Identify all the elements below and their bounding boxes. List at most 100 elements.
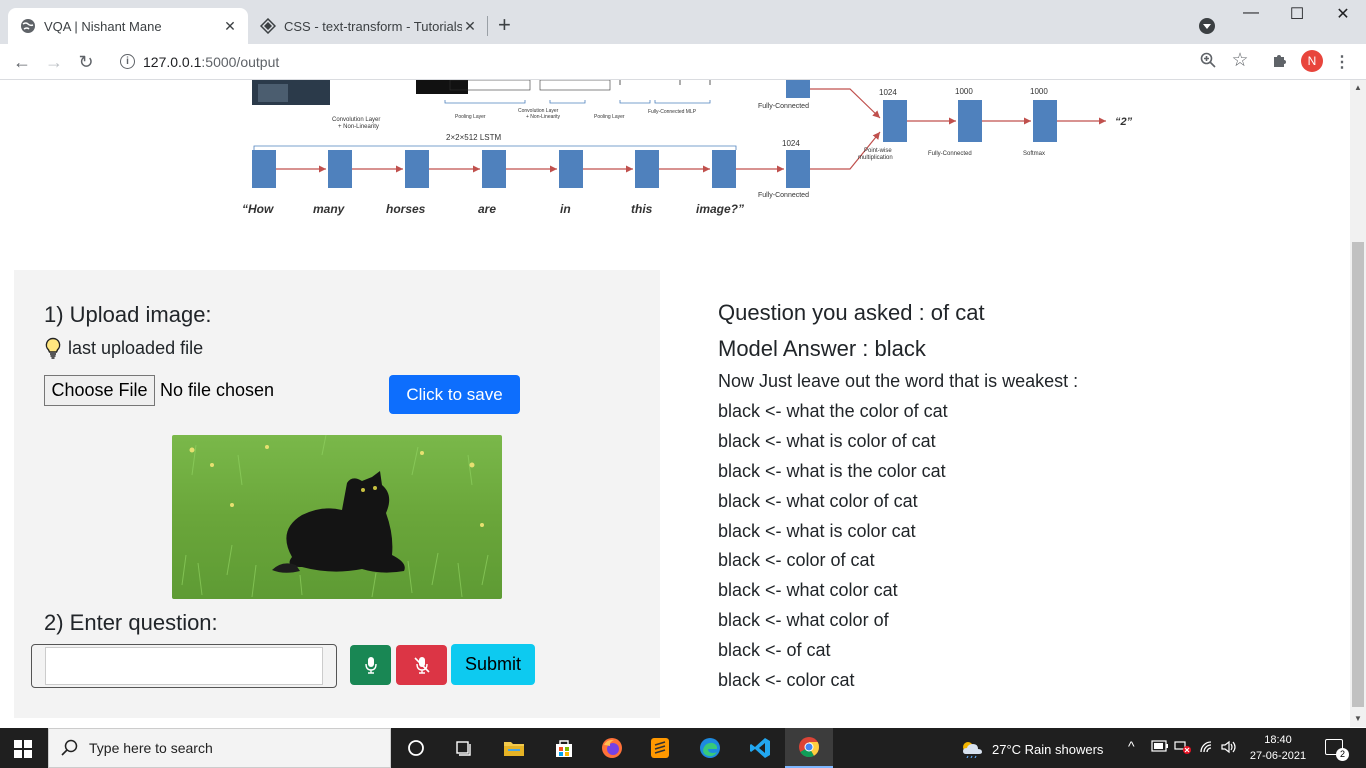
page-viewport: Convolution Layer + Non-Linearity Poolin… xyxy=(0,80,1350,727)
fc-top-caption: Fully-Connected xyxy=(758,103,809,110)
start-mic-button[interactable] xyxy=(350,645,391,685)
minimize-button[interactable]: — xyxy=(1228,4,1274,22)
lightbulb-icon xyxy=(45,337,61,359)
fc-final-block xyxy=(958,100,982,142)
site-info-icon[interactable]: i xyxy=(120,54,135,69)
search-placeholder: Type here to search xyxy=(89,740,213,756)
word: many xyxy=(313,202,346,216)
tab-title: VQA | Nishant Mane xyxy=(44,18,162,34)
volume-icon[interactable] xyxy=(1220,740,1238,757)
nonlinearity2-caption: + Non-Linearity xyxy=(526,114,561,120)
maximize-button[interactable]: ☐ xyxy=(1274,4,1320,24)
task-view-icon[interactable] xyxy=(440,728,488,768)
uploaded-cat-image xyxy=(172,435,502,599)
show-hidden-icons-chevron-icon[interactable]: ^ xyxy=(1128,738,1135,754)
pool-layer-caption: Pooling Layer xyxy=(455,114,486,120)
tab-search-icon[interactable] xyxy=(1199,18,1215,34)
pointwise-caption: Point-wise xyxy=(864,148,892,154)
windows-taskbar: Type here to search 27°C Rain showers ^ xyxy=(0,728,1366,768)
close-tab-icon[interactable]: ✕ xyxy=(462,18,478,35)
lstm-cell xyxy=(405,150,429,188)
scroll-down-arrow-icon[interactable]: ▼ xyxy=(1354,714,1362,723)
vscode-icon[interactable] xyxy=(736,728,784,768)
list-item: black <- what color of xyxy=(718,610,889,631)
scrollbar-thumb[interactable] xyxy=(1352,242,1364,707)
save-button[interactable]: Click to save xyxy=(389,375,520,414)
neurons-1024-bottom: 1024 xyxy=(782,139,800,148)
system-clock[interactable]: 18:40 27-06-2021 xyxy=(1248,732,1308,764)
cortana-icon[interactable] xyxy=(392,728,440,768)
globe-icon xyxy=(20,18,36,34)
new-tab-button[interactable]: + xyxy=(498,14,511,36)
sublime-text-icon[interactable] xyxy=(636,728,684,768)
wifi-icon[interactable] xyxy=(1199,740,1215,757)
question-input-wrapper xyxy=(31,644,337,688)
microsoft-store-icon[interactable] xyxy=(540,728,588,768)
upload-panel: 1) Upload image: last uploaded file Choo… xyxy=(14,270,660,718)
windows-start-icon[interactable] xyxy=(14,740,32,758)
output-label: “2” xyxy=(1115,116,1133,128)
list-item: black <- what is the color cat xyxy=(718,460,946,481)
back-arrow-icon[interactable]: ← xyxy=(10,50,34,74)
list-item: black <- what is color of cat xyxy=(718,430,936,451)
kebab-menu-icon[interactable]: ⋮ xyxy=(1332,52,1352,72)
question-asked: Question you asked : of cat xyxy=(718,300,985,325)
chrome-icon[interactable] xyxy=(785,728,833,768)
bookmark-star-icon[interactable]: ☆ xyxy=(1230,49,1250,72)
notification-center-icon[interactable]: 2 xyxy=(1325,739,1349,761)
word: horses xyxy=(386,202,426,216)
last-uploaded-file: last uploaded file xyxy=(44,337,203,359)
softmax-block xyxy=(1033,100,1057,142)
rain-cloud-icon xyxy=(963,742,982,758)
feature-map-block xyxy=(416,80,468,94)
tab-strip: VQA | Nishant Mane ✕ CSS - text-transfor… xyxy=(0,0,1366,44)
weather-text: 27°C Rain showers xyxy=(992,741,1104,757)
vqa-architecture-diagram: Convolution Layer + Non-Linearity Poolin… xyxy=(242,80,1133,216)
multiplication-caption: multiplication xyxy=(858,155,893,161)
network-disconnected-icon[interactable] xyxy=(1174,740,1192,757)
notification-count: 2 xyxy=(1336,748,1349,761)
browser-toolbar: ← → ↻ i 127.0.0.1:5000/output ☆ ⋮ xyxy=(0,44,1366,80)
list-item: black <- color cat xyxy=(718,670,855,691)
question-words: “How many horses are in this image?” xyxy=(242,202,744,216)
lstm-cell xyxy=(482,150,506,188)
neurons-1000-a: 1000 xyxy=(955,87,973,96)
page-scrollbar[interactable]: ▲ ▼ xyxy=(1350,80,1366,727)
zoom-icon[interactable] xyxy=(1198,52,1218,73)
tab-title: CSS - text-transform - Tutorialspoint xyxy=(284,18,462,34)
file-explorer-icon[interactable] xyxy=(490,728,538,768)
neurons-1024-top: 1024 xyxy=(879,88,897,97)
reload-icon[interactable]: ↻ xyxy=(74,50,98,74)
leave-out-heading: Now Just leave out the word that is weak… xyxy=(718,371,1079,391)
submit-button[interactable]: Submit xyxy=(451,644,535,685)
lstm-cell xyxy=(559,150,583,188)
nonlinearity-caption: + Non-Linearity xyxy=(338,124,379,130)
pointwise-block xyxy=(883,100,907,142)
choose-file-button[interactable]: Choose File xyxy=(44,375,155,406)
model-answer: Model Answer : black xyxy=(718,336,926,361)
scroll-up-arrow-icon[interactable]: ▲ xyxy=(1354,83,1362,92)
list-item: black <- what the color of cat xyxy=(718,401,948,421)
close-window-button[interactable]: ✕ xyxy=(1320,4,1366,24)
address-bar[interactable]: i 127.0.0.1:5000/output xyxy=(110,47,1262,76)
taskbar-search-box[interactable]: Type here to search xyxy=(48,728,391,768)
lstm-label: 2×2×512 LSTM xyxy=(446,133,501,142)
question-input[interactable] xyxy=(45,647,323,685)
weather-widget[interactable]: 27°C Rain showers xyxy=(960,740,1103,758)
firefox-icon[interactable] xyxy=(588,728,636,768)
stop-mic-button[interactable] xyxy=(396,645,447,685)
conv-layer-caption: Convolution Layer xyxy=(332,117,380,123)
microphone-icon xyxy=(364,657,377,674)
profile-avatar[interactable]: N xyxy=(1301,50,1323,72)
word: in xyxy=(560,202,571,216)
fc-mlp-caption: Fully-Connected MLP xyxy=(648,109,697,115)
neurons-1000-b: 1000 xyxy=(1030,87,1048,96)
extensions-puzzle-icon[interactable] xyxy=(1270,52,1290,73)
battery-icon[interactable] xyxy=(1151,740,1169,755)
tab-vqa[interactable]: VQA | Nishant Mane ✕ xyxy=(8,8,248,44)
fc-right-caption: Fully-Connected xyxy=(928,151,972,157)
tab-css-text-transform[interactable]: CSS - text-transform - Tutorialspoint ✕ xyxy=(248,8,488,44)
close-tab-icon[interactable]: ✕ xyxy=(222,18,238,35)
edge-icon[interactable] xyxy=(686,728,734,768)
forward-arrow-icon[interactable]: → xyxy=(42,50,66,74)
